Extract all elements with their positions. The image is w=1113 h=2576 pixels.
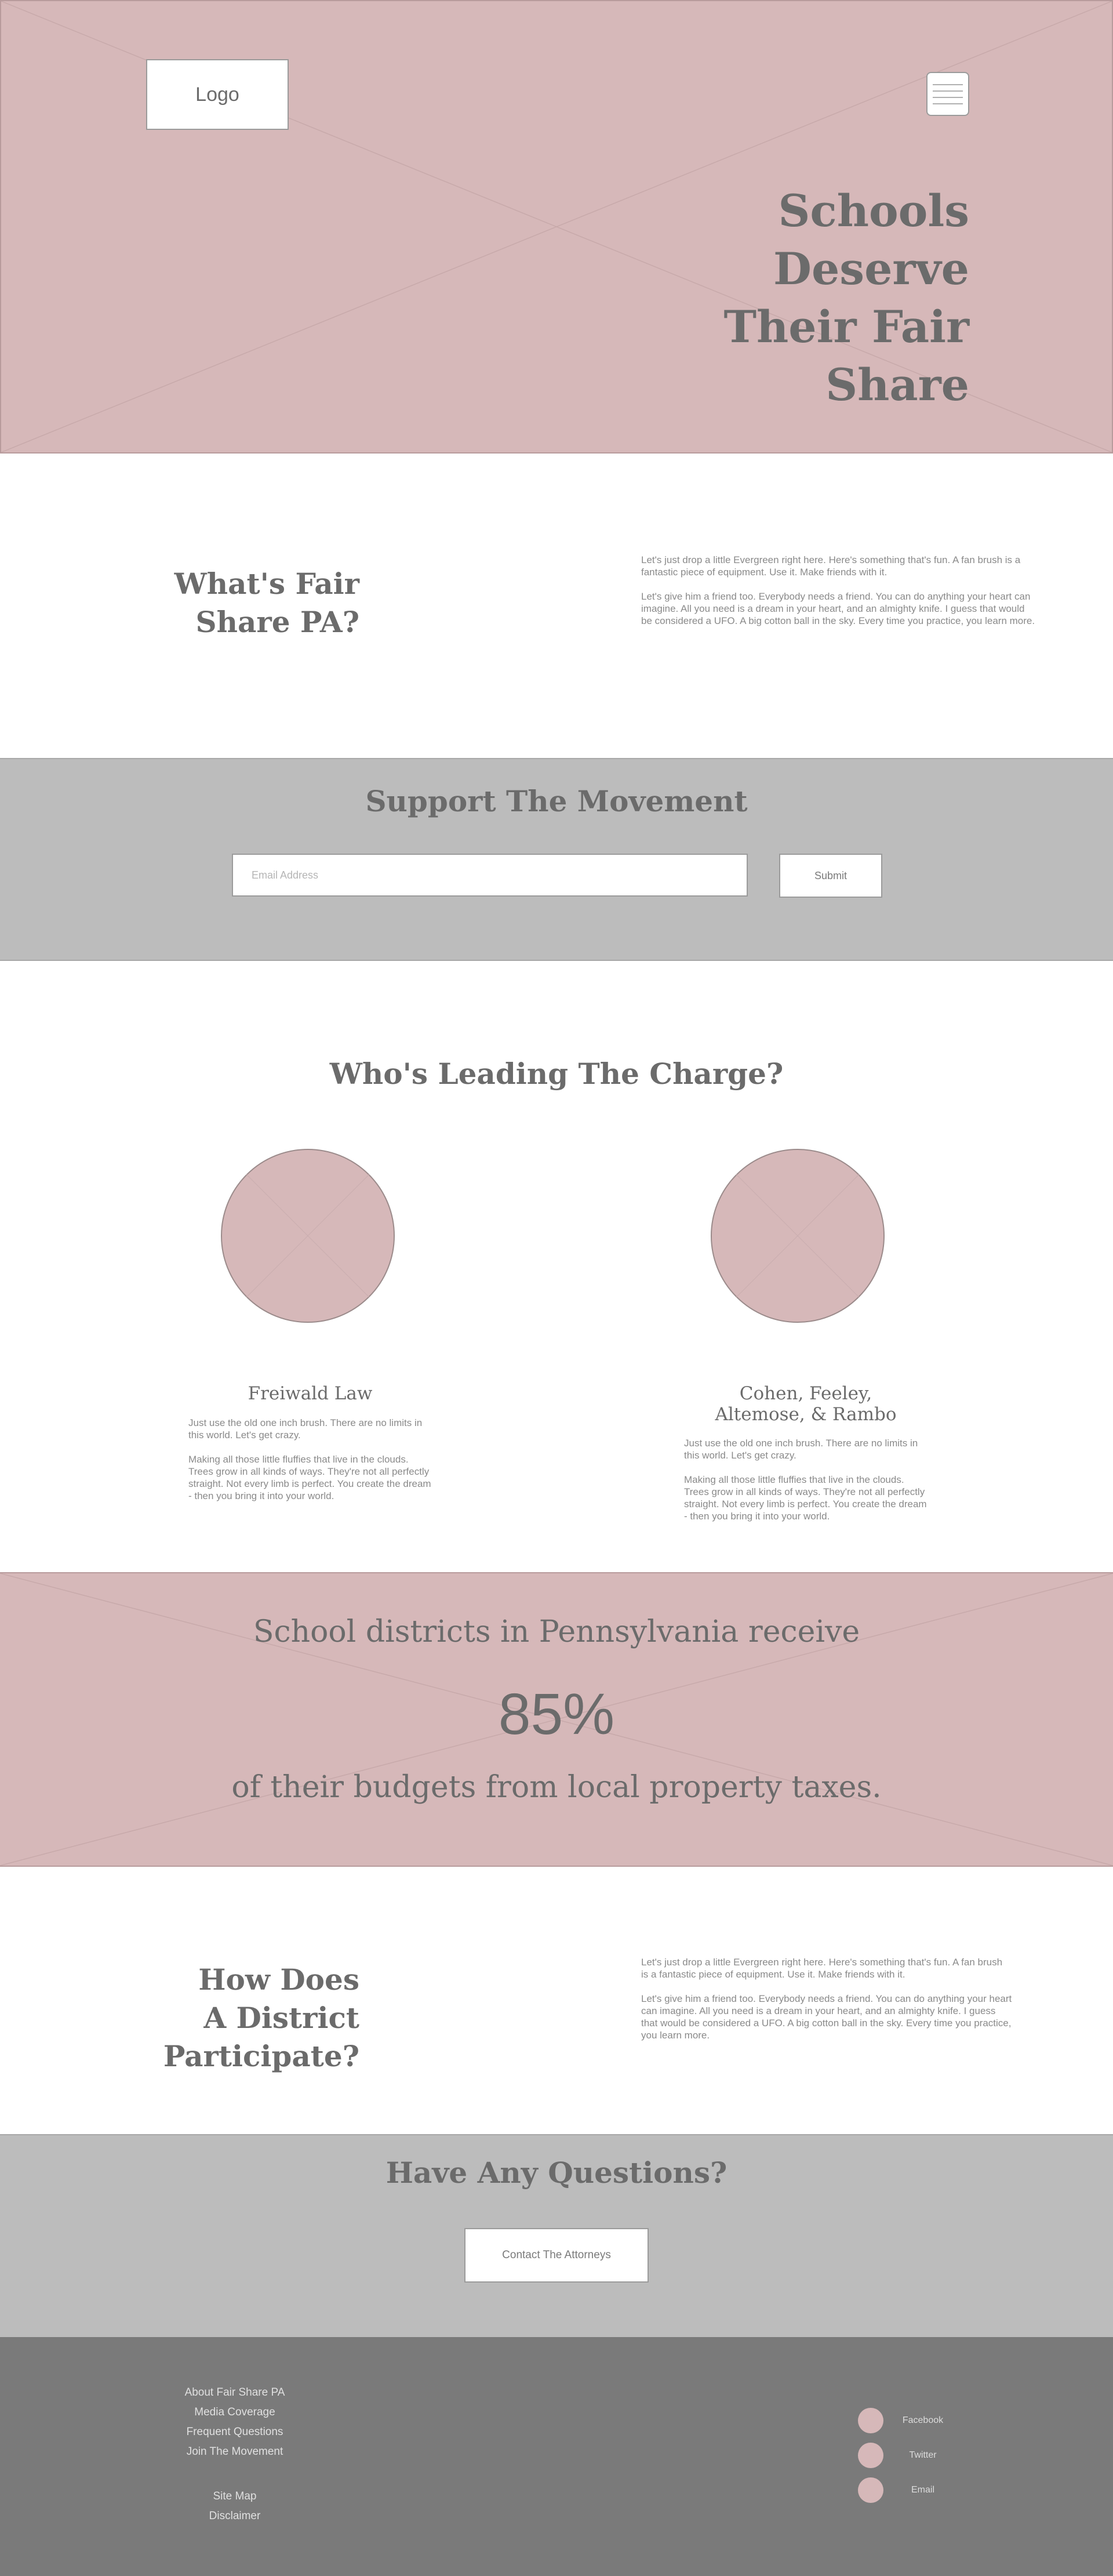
menu-line	[933, 96, 963, 98]
stat-value: 85%	[498, 1682, 615, 1747]
participate-paragraph-2: Let's give him a friend too. Everybody n…	[641, 1993, 1012, 2041]
footer-nav-primary: About Fair Share PA Media Coverage Frequ…	[162, 2383, 307, 2462]
leader-bio: Just use the old one inch brush. There a…	[188, 1417, 432, 1502]
hero-title-line-1: Schools Deserve	[773, 185, 969, 295]
leader-bio: Just use the old one inch brush. There a…	[684, 1437, 928, 1522]
support-section: Support The Movement Submit	[0, 758, 1113, 961]
twitter-icon	[858, 2443, 883, 2468]
leader-name-line-1: Freiwald Law	[248, 1383, 373, 1404]
leader-name-line-1: Cohen, Feeley,	[739, 1383, 872, 1404]
leaders-heading: Who's Leading The Charge?	[329, 1057, 784, 1091]
about-body: Let's just drop a little Evergreen right…	[641, 554, 1035, 627]
footer-nav-secondary: Site Map Disclaimer	[162, 2487, 307, 2526]
participate-body: Let's just drop a little Evergreen right…	[641, 1956, 1012, 2041]
stat-outro-text: of their budgets from local property tax…	[231, 1770, 882, 1805]
participate-section: How Does A District Participate? Let's j…	[0, 1867, 1113, 2134]
menu-line	[933, 103, 963, 104]
participate-heading-line-1: How Does	[198, 1962, 359, 1997]
footer-link-media[interactable]: Media Coverage	[162, 2403, 307, 2422]
leader-photo	[221, 1149, 395, 1323]
email-field[interactable]	[232, 854, 748, 897]
social-link-facebook[interactable]: Facebook	[858, 2408, 962, 2433]
social-label: Facebook	[902, 2415, 944, 2425]
participate-heading-line-2: A District	[203, 2001, 359, 2035]
social-link-twitter[interactable]: Twitter	[858, 2443, 962, 2468]
logo-text: Logo	[195, 83, 239, 106]
stat-banner: School districts in Pennsylvania receive…	[0, 1572, 1113, 1867]
footer-link-join[interactable]: Join The Movement	[162, 2442, 307, 2462]
site-footer: About Fair Share PA Media Coverage Frequ…	[0, 2337, 1113, 2576]
leader-bio-paragraph-1: Just use the old one inch brush. There a…	[684, 1438, 918, 1461]
menu-line	[933, 90, 963, 92]
leader-name: Cohen, Feeley, Altemose, & Rambo	[684, 1383, 928, 1425]
leaders-section: Who's Leading The Charge? Freiwald Law J…	[0, 961, 1113, 1572]
menu-line	[933, 84, 963, 85]
about-paragraph-1: Let's just drop a little Evergreen right…	[641, 554, 1021, 578]
participate-heading-line-3: Participate?	[163, 2039, 359, 2073]
footer-link-faq[interactable]: Frequent Questions	[162, 2422, 307, 2442]
hero-title-line-2: Their Fair Share	[723, 301, 970, 411]
participate-paragraph-1: Let's just drop a little Evergreen right…	[641, 1957, 1003, 1980]
about-heading: What's Fair Share PA?	[145, 565, 359, 641]
hero-title: Schools Deserve Their Fair Share	[575, 182, 970, 414]
leader-name: Freiwald Law	[188, 1383, 432, 1404]
social-label: Email	[911, 2485, 934, 2495]
stat-intro-text: School districts in Pennsylvania receive	[253, 1614, 860, 1649]
leader-bio-paragraph-2: Making all those little fluffies that li…	[188, 1454, 431, 1501]
leader-bio-paragraph-1: Just use the old one inch brush. There a…	[188, 1417, 423, 1441]
footer-link-about[interactable]: About Fair Share PA	[162, 2383, 307, 2403]
facebook-icon	[858, 2408, 883, 2433]
email-icon	[858, 2477, 883, 2503]
about-heading-line-2: Share PA?	[195, 605, 359, 639]
contact-attorneys-button[interactable]: Contact The Attorneys	[464, 2228, 649, 2283]
about-section: What's Fair Share PA? Let's just drop a …	[0, 453, 1113, 758]
hero-section: Logo Schools Deserve Their Fair Share	[0, 0, 1113, 453]
about-heading-line-1: What's Fair	[174, 567, 359, 601]
footer-link-disclaimer[interactable]: Disclaimer	[162, 2506, 307, 2526]
submit-button[interactable]: Submit	[779, 854, 882, 898]
leader-bio-paragraph-2: Making all those little fluffies that li…	[684, 1474, 927, 1522]
participate-heading: How Does A District Participate?	[145, 1961, 359, 2076]
questions-section: Have Any Questions? Contact The Attorney…	[0, 2134, 1113, 2337]
leader-photo	[711, 1149, 885, 1323]
footer-link-sitemap[interactable]: Site Map	[162, 2487, 307, 2506]
about-paragraph-2: Let's give him a friend too. Everybody n…	[641, 591, 1035, 626]
leader-name-line-2: Altemose, & Rambo	[715, 1404, 897, 1425]
social-label: Twitter	[909, 2450, 937, 2460]
hamburger-menu-button[interactable]	[926, 72, 969, 116]
support-heading: Support The Movement	[365, 784, 748, 818]
questions-heading: Have Any Questions?	[385, 2156, 728, 2190]
site-logo[interactable]: Logo	[146, 59, 289, 130]
social-link-email[interactable]: Email	[858, 2477, 962, 2503]
